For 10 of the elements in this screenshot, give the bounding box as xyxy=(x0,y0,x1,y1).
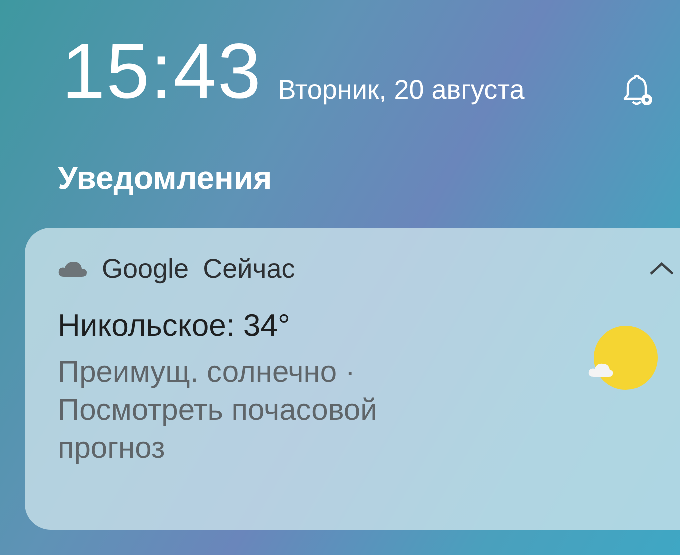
cloud-icon xyxy=(58,260,88,278)
date-text: Вторник, 20 августа xyxy=(278,75,525,106)
notification-card[interactable]: Google Сейчас Никольское: 34° Преимущ. солнечно · Посмотреть почасовой прогноз xyxy=(25,228,680,530)
section-title: Уведомления xyxy=(57,159,274,198)
notification-title: Никольское: 34° xyxy=(58,307,292,345)
clock-time: 15:43 xyxy=(62,32,262,110)
chevron-icon[interactable] xyxy=(649,261,675,277)
notification-time: Сейчас xyxy=(203,254,296,284)
app-name: Google xyxy=(102,254,190,284)
notification-body: Преимущ. солнечно · Посмотреть почасовой прогноз xyxy=(58,355,378,467)
